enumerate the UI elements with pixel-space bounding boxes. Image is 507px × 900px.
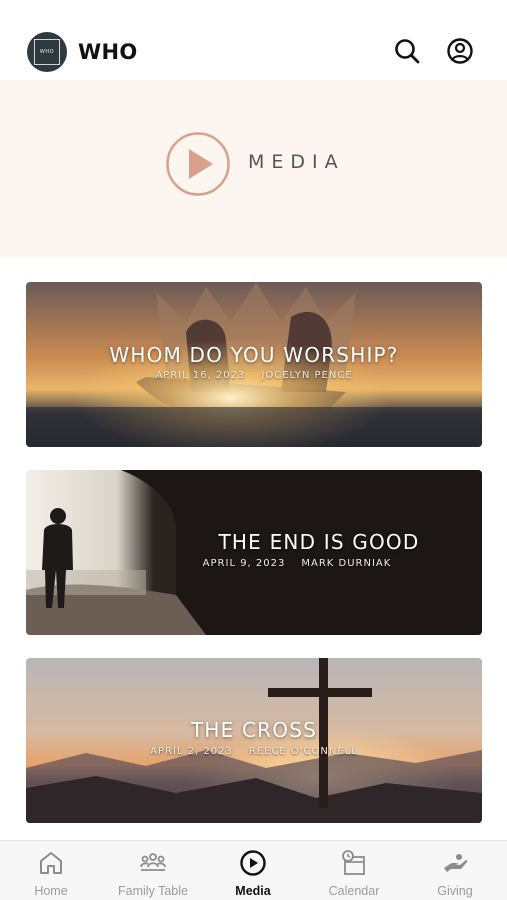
profile-button[interactable] bbox=[445, 36, 475, 66]
tab-label: Giving bbox=[437, 884, 473, 898]
card-meta: APRIL 9, 2023 MARK DURNIAK bbox=[26, 558, 482, 569]
app-title: WHO bbox=[78, 40, 138, 64]
card-date: APRIL 2, 2023 bbox=[150, 746, 233, 757]
tab-family-table[interactable]: Family Table bbox=[103, 841, 203, 900]
play-circle-icon bbox=[240, 850, 266, 876]
card-title: WHOM DO YOU WORSHIP? bbox=[109, 343, 399, 367]
card-speaker: MARK DURNIAK bbox=[301, 558, 392, 569]
hero-label: MEDIA bbox=[248, 151, 345, 173]
app-header: WHO WHO bbox=[0, 0, 507, 80]
tab-label: Media bbox=[235, 884, 271, 898]
tab-label: Family Table bbox=[118, 884, 188, 898]
card-date: APRIL 16, 2023 bbox=[155, 370, 246, 381]
play-circle-icon bbox=[166, 132, 230, 196]
giving-hand-icon bbox=[444, 854, 468, 872]
search-button[interactable] bbox=[392, 36, 422, 66]
search-icon bbox=[395, 39, 420, 64]
tab-calendar[interactable]: Calendar bbox=[304, 841, 404, 900]
card-title: THE CROSS bbox=[190, 718, 318, 742]
home-icon bbox=[40, 852, 62, 874]
card-speaker: JOCELYN PENCE bbox=[261, 370, 353, 381]
media-card-whom-do-you-worship[interactable]: WHOM DO YOU WORSHIP? APRIL 16, 2023 JOCEL… bbox=[26, 282, 482, 447]
bottom-tab-bar: Home Family Table Media Calendar Giving bbox=[0, 840, 507, 900]
tab-media[interactable]: Media bbox=[203, 841, 303, 900]
church-logo[interactable]: WHO bbox=[27, 32, 67, 72]
media-card-the-end-is-good[interactable]: THE END IS GOOD APRIL 9, 2023 MARK DURNIA… bbox=[26, 470, 482, 635]
people-icon bbox=[140, 853, 166, 871]
media-card-the-cross[interactable]: THE CROSS APRIL 2, 2023 REECE O'CONNELL bbox=[26, 658, 482, 823]
tab-home[interactable]: Home bbox=[1, 841, 101, 900]
tab-label: Home bbox=[34, 884, 68, 898]
card-meta: APRIL 16, 2023 JOCELYN PENCE bbox=[26, 370, 482, 381]
tab-label: Calendar bbox=[328, 884, 380, 898]
card-title: THE END IS GOOD bbox=[218, 530, 420, 554]
tab-giving[interactable]: Giving bbox=[405, 841, 505, 900]
calendar-icon bbox=[342, 850, 365, 875]
profile-icon bbox=[447, 38, 473, 64]
logo-text: WHO bbox=[34, 39, 60, 65]
card-speaker: REECE O'CONNELL bbox=[248, 746, 358, 757]
card-date: APRIL 9, 2023 bbox=[202, 558, 286, 569]
card-meta: APRIL 2, 2023 REECE O'CONNELL bbox=[26, 746, 482, 757]
